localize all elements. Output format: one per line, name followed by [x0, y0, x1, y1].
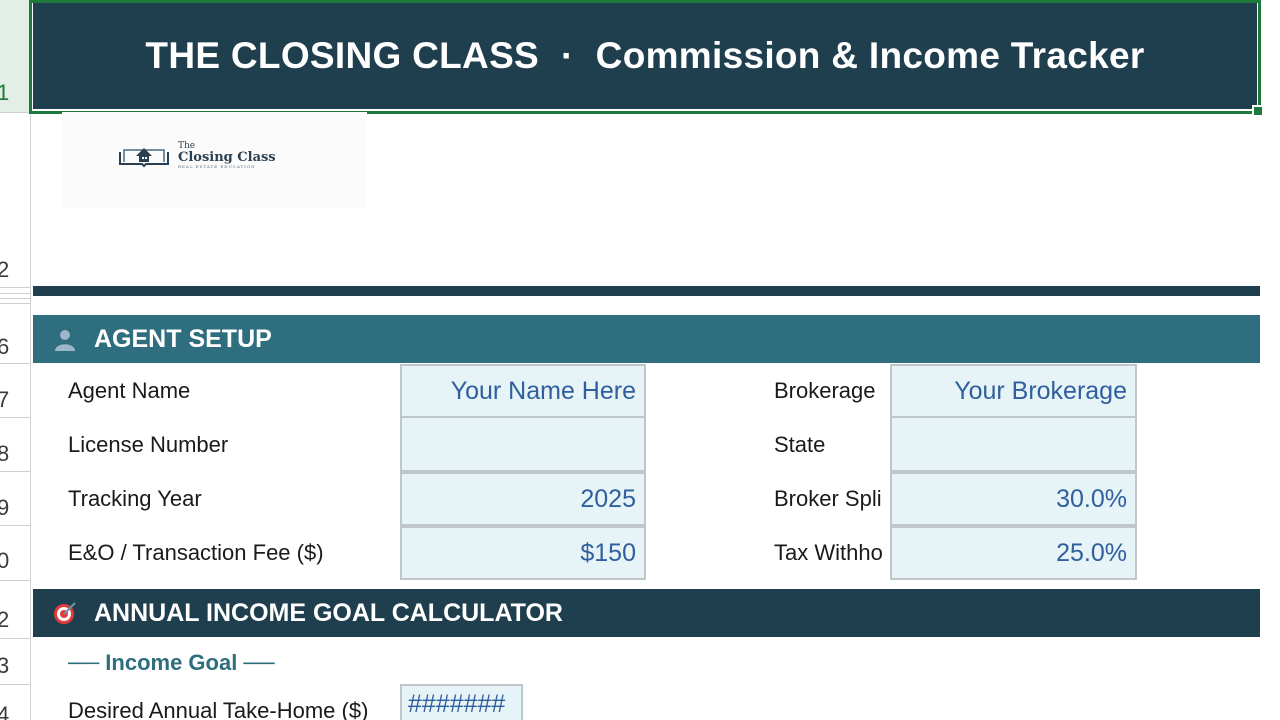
agent-setup-header[interactable]: AGENT SETUP [33, 315, 1260, 363]
logo-line-tagline: REAL ESTATE EDUCATION [178, 164, 256, 169]
logo-wordmark: The Closing Class REAL ESTATE EDUCATION [178, 142, 276, 169]
license-number-label: License Number [68, 432, 229, 457]
spreadsheet-sheet: 1 2 6 7 8 9 0 2 3 4 THE CLOSING CLASS · … [0, 0, 1280, 720]
transaction-fee-input[interactable]: $150 [400, 526, 646, 580]
desired-take-home-label: Desired Annual Take-Home ($) [68, 698, 369, 720]
row-header[interactable]: 8 [0, 441, 17, 467]
row-separator [0, 684, 31, 685]
brokerage-input[interactable]: Your Brokerage [890, 364, 1137, 418]
house-book-icon [119, 148, 169, 168]
income-goal-title: ANNUAL INCOME GOAL CALCULATOR [94, 598, 563, 627]
state-input[interactable] [890, 418, 1137, 472]
person-icon [53, 327, 77, 351]
row-separator [0, 417, 31, 418]
row-separator [0, 638, 31, 639]
row-header[interactable]: 7 [0, 387, 17, 413]
row-separator [0, 293, 31, 294]
transaction-fee-label: E&O / Transaction Fee ($) [68, 540, 324, 565]
title-separator: · [561, 35, 574, 76]
broker-split-label: Broker Spli [774, 486, 882, 511]
row-header[interactable]: 6 [0, 334, 17, 360]
section-divider [33, 286, 1260, 296]
state-label: State [774, 432, 826, 457]
tax-withholding-label: Tax Withho [774, 540, 883, 565]
row-header[interactable]: 1 [0, 80, 17, 106]
logo-image[interactable]: The Closing Class REAL ESTATE EDUCATION [62, 112, 367, 208]
row-header-gutter: 1 2 6 7 8 9 0 2 3 4 [0, 0, 31, 720]
row-header[interactable]: 3 [0, 653, 17, 679]
title-subtitle: Commission & Income Tracker [595, 35, 1145, 76]
target-icon [53, 601, 77, 625]
income-goal-header[interactable]: ANNUAL INCOME GOAL CALCULATOR [33, 589, 1260, 637]
broker-split-input[interactable]: 30.0% [890, 472, 1137, 526]
row-separator [0, 112, 31, 113]
tracking-year-input[interactable]: 2025 [400, 472, 646, 526]
title-banner[interactable]: THE CLOSING CLASS · Commission & Income … [33, 3, 1257, 109]
license-number-input[interactable] [400, 418, 646, 472]
row-separator [0, 525, 31, 526]
row-header[interactable]: 2 [0, 607, 17, 633]
row-header[interactable]: 2 [0, 257, 17, 283]
title-brand: THE CLOSING CLASS [145, 35, 540, 76]
row-separator [0, 303, 31, 304]
row-separator [0, 363, 31, 364]
desired-take-home-input[interactable]: ####### [400, 684, 523, 720]
brokerage-label: Brokerage [774, 378, 876, 403]
agent-name-input[interactable]: Your Name Here [400, 364, 646, 418]
logo-line-name: Closing Class [178, 150, 276, 165]
agent-setup-title: AGENT SETUP [94, 324, 272, 353]
fill-handle[interactable] [1252, 105, 1264, 117]
row-header[interactable]: 9 [0, 495, 17, 521]
row-separator [0, 287, 31, 288]
tracking-year-label: Tracking Year [68, 486, 202, 511]
row-separator [0, 471, 31, 472]
row-header[interactable]: 4 [0, 702, 17, 720]
row-separator [0, 580, 31, 581]
row-header[interactable]: 0 [0, 548, 17, 574]
tax-withholding-input[interactable]: 25.0% [890, 526, 1137, 580]
row-separator [0, 298, 31, 299]
income-goal-subheading: ── Income Goal ── [68, 650, 275, 675]
agent-name-label: Agent Name [68, 378, 191, 403]
